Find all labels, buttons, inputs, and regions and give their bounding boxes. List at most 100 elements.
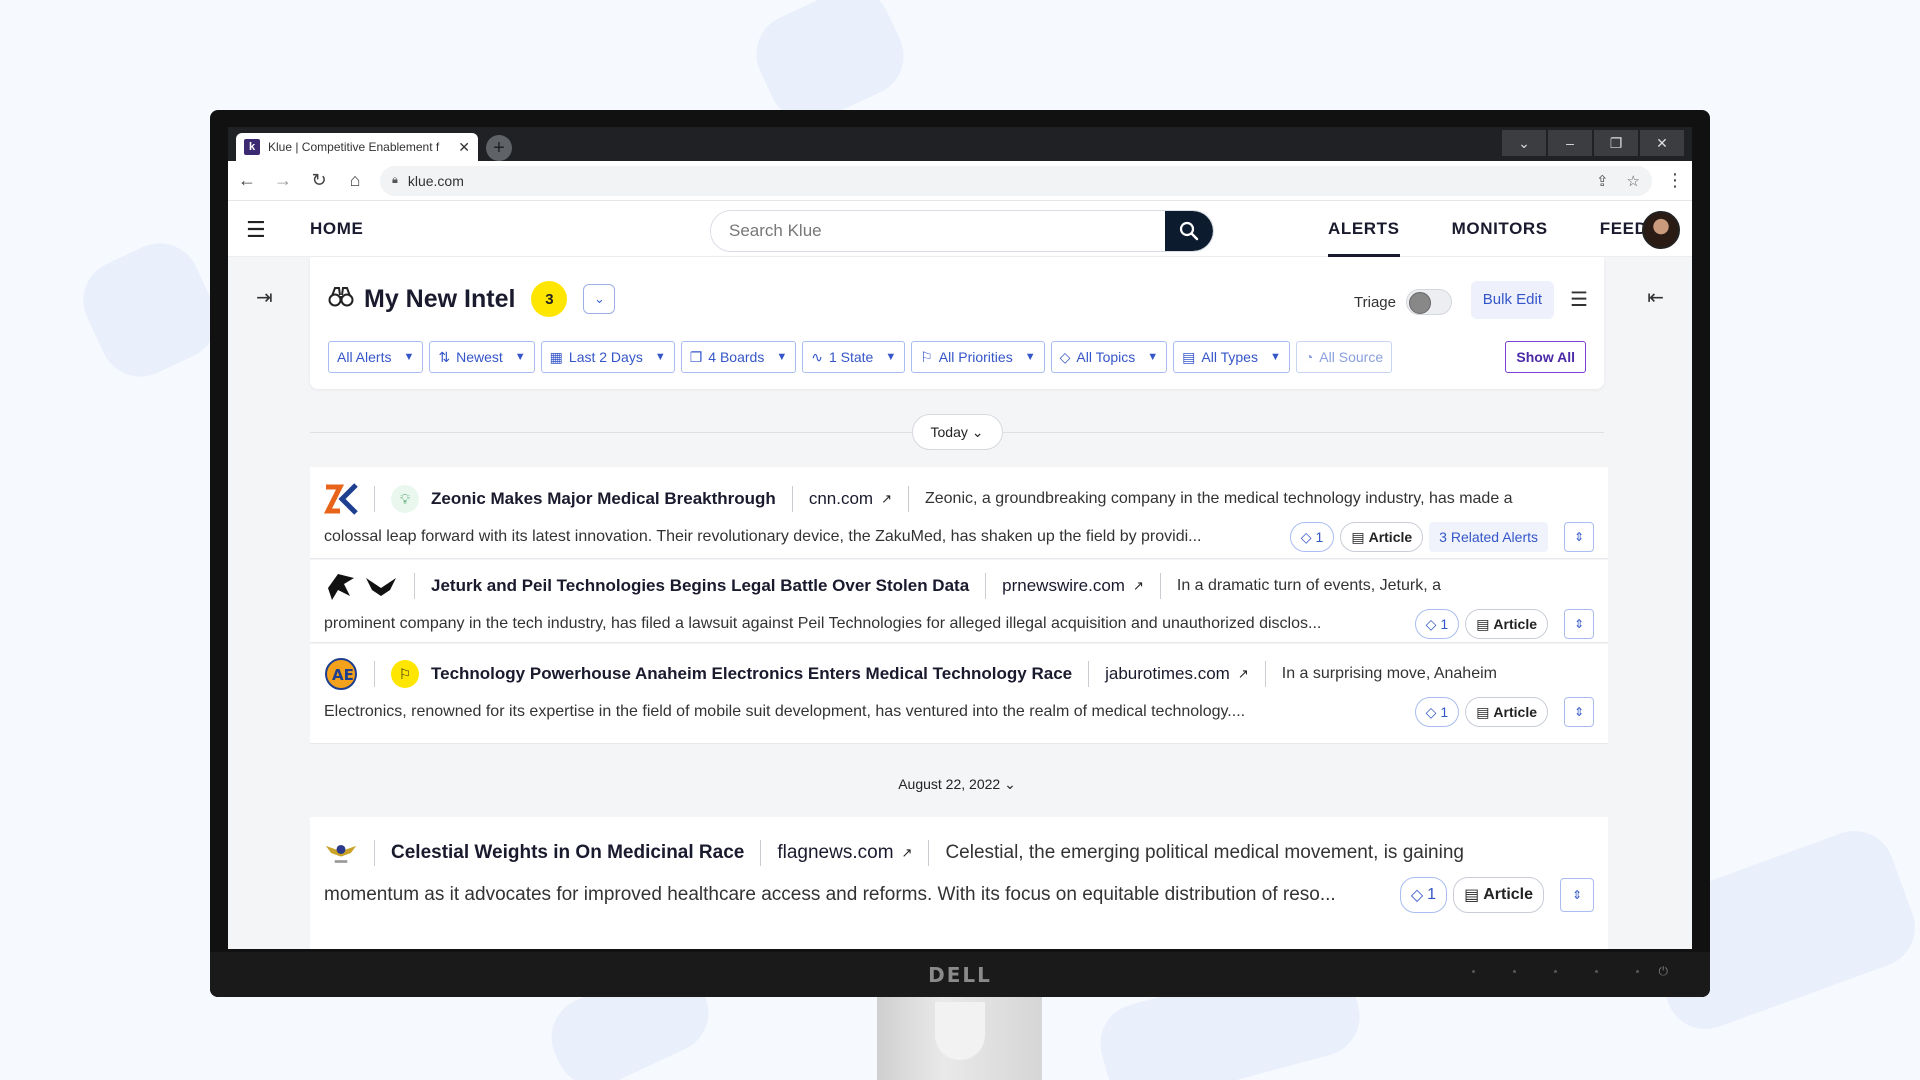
expand-toggle-icon[interactable]: ⇕: [1564, 697, 1594, 727]
settings-sliders-icon[interactable]: ☰: [1570, 287, 1588, 312]
reload-icon[interactable]: ↻: [308, 170, 330, 191]
home-icon[interactable]: ⌂: [344, 170, 366, 191]
intel-header: My New Intel 3 ⌄ Triage Bulk Edit ☰ All …: [310, 257, 1604, 389]
alert-snippet: prominent company in the tech industry, …: [324, 615, 1322, 632]
tag-count-chip[interactable]: ◇ 1: [1399, 877, 1448, 913]
alert-title[interactable]: Zeonic Makes Major Medical Breakthrough: [431, 489, 776, 509]
filter-date[interactable]: ▦ Last 2 Days ▼: [540, 341, 675, 373]
main-content: ⇥ ⇤ My New Intel 3 ⌄ Triage Bulk Edit ☰: [228, 257, 1692, 949]
nav-monitors[interactable]: MONITORS: [1426, 201, 1574, 257]
page-title: My New Intel: [364, 284, 516, 313]
type-chip[interactable]: ▤ Article: [1340, 522, 1424, 552]
chevron-down-icon: ▼: [1024, 351, 1036, 363]
title-dropdown-button[interactable]: ⌄: [583, 284, 616, 314]
expand-sidebar-icon[interactable]: ⇥: [256, 285, 273, 310]
lock-icon: 🔒︎: [392, 174, 398, 186]
alert-source[interactable]: cnn.com: [809, 489, 873, 509]
filter-priorities[interactable]: ⚐ All Priorities ▼: [911, 341, 1045, 373]
triage-control: Triage: [1354, 289, 1452, 315]
filter-topics[interactable]: ◇ All Topics ▼: [1050, 341, 1168, 373]
flag-icon: ⚐: [391, 660, 419, 688]
alert-card[interactable]: Celestial Weights in On Medicinal Race f…: [310, 817, 1608, 949]
filter-alerts[interactable]: All Alerts ▼: [328, 341, 424, 373]
related-alerts-link[interactable]: 3 Related Alerts: [1429, 522, 1548, 552]
app-header: ☰ HOME ALERTS MONITORS FEED: [228, 201, 1692, 257]
tag-icon: ◇: [1300, 528, 1312, 545]
restore-button[interactable]: ❐: [1594, 130, 1638, 156]
flag-icon: ⚐: [920, 348, 933, 365]
search-icon: [1179, 221, 1199, 241]
external-link-icon[interactable]: ↗: [881, 491, 892, 507]
back-icon[interactable]: ←: [236, 170, 258, 191]
tag-icon: ◇: [1425, 703, 1437, 720]
alert-card[interactable]: AE ⚐ Technology Powerhouse Anaheim Elect…: [310, 644, 1608, 744]
screen: k Klue | Competitive Enablement f ✕ + ⌄ …: [228, 127, 1692, 949]
show-all-button[interactable]: Show All: [1505, 341, 1586, 373]
chevron-down-icon: ▼: [403, 351, 415, 363]
monitor-buttons: [1472, 970, 1680, 973]
close-tab-icon[interactable]: ✕: [458, 139, 470, 156]
tag-count-chip[interactable]: ◇ 1: [1414, 609, 1460, 639]
user-avatar[interactable]: [1642, 211, 1680, 249]
collapse-panel-icon[interactable]: ⇤: [1647, 285, 1664, 310]
expand-toggle-icon[interactable]: ⇕: [1564, 609, 1594, 639]
filter-boards[interactable]: ❐ 4 Boards ▼: [680, 341, 797, 373]
alert-source[interactable]: prnewswire.com: [1002, 576, 1125, 596]
date-group-august[interactable]: August 22, 2022 ⌄: [890, 775, 1024, 793]
external-link-icon[interactable]: ↗: [902, 845, 913, 861]
browser-tabbar: k Klue | Competitive Enablement f ✕ + ⌄ …: [228, 127, 1692, 161]
type-chip[interactable]: ▤ Article: [1465, 697, 1548, 727]
alert-title[interactable]: Celestial Weights in On Medicinal Race: [391, 842, 744, 864]
browser-tab[interactable]: k Klue | Competitive Enablement f ✕: [236, 133, 478, 161]
alert-snippet: Electronics, renowned for its expertise …: [324, 703, 1246, 720]
boards-icon: ❐: [689, 348, 703, 365]
close-window-button[interactable]: ✕: [1640, 130, 1684, 156]
bulk-edit-button[interactable]: Bulk Edit: [1470, 281, 1554, 319]
external-link-icon[interactable]: ↗: [1238, 666, 1249, 682]
zeonic-logo: [324, 482, 358, 516]
new-count-badge: 3: [531, 281, 568, 317]
filter-sort[interactable]: ⇅ Newest ▼: [429, 341, 535, 373]
binoculars-icon: [328, 285, 354, 314]
filter-types[interactable]: ▤ All Types ▼: [1173, 341, 1290, 373]
browser-menu-icon[interactable]: ⋮: [1666, 170, 1684, 191]
date-divider: August 22, 2022 ⌄: [310, 772, 1604, 796]
sort-icon: ⇅: [438, 348, 451, 365]
external-link-icon[interactable]: ↗: [1133, 578, 1144, 594]
window-controls: ⌄ – ❐ ✕: [1502, 130, 1684, 156]
klue-favicon: k: [244, 139, 260, 155]
type-chip[interactable]: ▤ Article: [1453, 877, 1544, 913]
alert-card[interactable]: 💡︎ Zeonic Makes Major Medical Breakthrou…: [310, 467, 1608, 559]
alert-snippet: Zeonic, a groundbreaking company in the …: [924, 490, 1513, 507]
expand-toggle-icon[interactable]: ⇕: [1560, 878, 1594, 912]
alert-title[interactable]: Jeturk and Peil Technologies Begins Lega…: [431, 576, 969, 596]
background-decoration: [70, 230, 230, 390]
nav-alerts[interactable]: ALERTS: [1302, 201, 1426, 257]
date-group-today[interactable]: Today ⌄: [911, 414, 1003, 450]
search-input[interactable]: [711, 211, 1165, 251]
search-button[interactable]: [1165, 211, 1213, 251]
bookmark-star-icon[interactable]: ☆: [1627, 172, 1640, 190]
filter-state[interactable]: ∿ 1 State ▼: [802, 341, 906, 373]
alert-source[interactable]: flagnews.com: [777, 842, 893, 864]
tag-count-chip[interactable]: ◇ 1: [1289, 522, 1335, 552]
tag-count-chip[interactable]: ◇ 1: [1414, 697, 1460, 727]
jeturk-logo: [324, 569, 358, 603]
home-link[interactable]: HOME: [310, 219, 363, 239]
expand-toggle-icon[interactable]: ⇕: [1564, 522, 1594, 552]
alert-snippet: momentum as it advocates for improved he…: [324, 884, 1336, 905]
tab-search-icon[interactable]: ⌄: [1502, 130, 1546, 156]
address-bar[interactable]: 🔒︎ klue.com ⇪ ☆: [380, 165, 1652, 196]
alert-source[interactable]: jaburotimes.com: [1105, 664, 1230, 684]
forward-icon[interactable]: →: [272, 170, 294, 191]
alert-card[interactable]: Jeturk and Peil Technologies Begins Lega…: [310, 560, 1608, 643]
alert-snippet: In a surprising move, Anaheim: [1281, 665, 1497, 682]
filter-sources[interactable]: ◔ All Source: [1295, 341, 1393, 373]
type-chip[interactable]: ▤ Article: [1465, 609, 1548, 639]
new-tab-button[interactable]: +: [486, 135, 512, 161]
triage-toggle[interactable]: [1406, 289, 1452, 315]
menu-icon[interactable]: ☰: [246, 217, 266, 243]
share-icon[interactable]: ⇪: [1596, 172, 1609, 190]
alert-title[interactable]: Technology Powerhouse Anaheim Electronic…: [431, 664, 1072, 684]
minimize-button[interactable]: –: [1548, 130, 1592, 156]
